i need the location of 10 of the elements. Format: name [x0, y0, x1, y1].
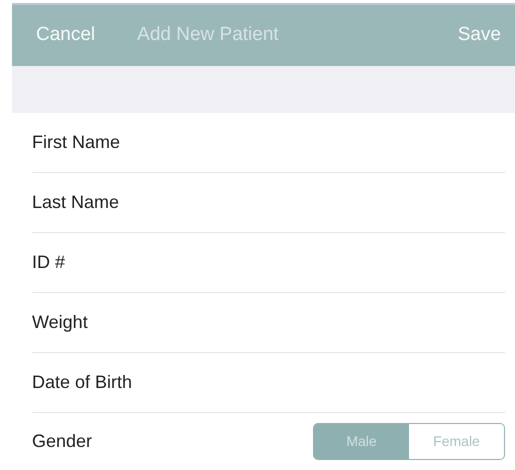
field-label: Date of Birth: [32, 371, 132, 394]
field-label: Weight: [32, 311, 88, 334]
screen-title: Add New Patient: [137, 23, 279, 48]
field-label: Gender: [32, 430, 92, 452]
gender-segment[interactable]: Male: [314, 424, 409, 458]
field-label: First Name: [32, 131, 120, 154]
cancel-button[interactable]: Cancel: [36, 21, 96, 50]
save-button[interactable]: Save: [458, 21, 501, 50]
field-label: ID #: [32, 251, 66, 274]
field-label: Last Name: [32, 191, 120, 214]
